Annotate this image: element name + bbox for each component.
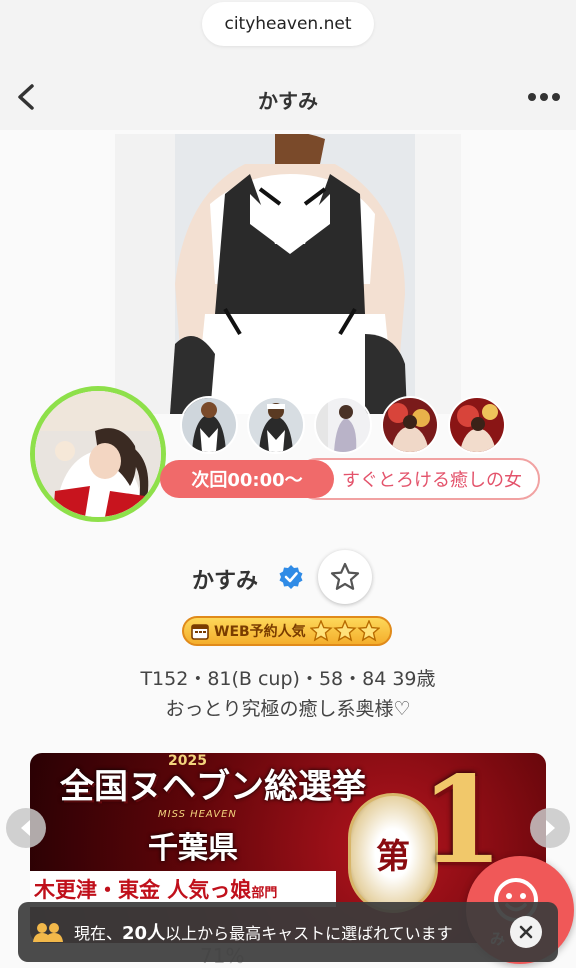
badge-label: WEB予約人気: [214, 624, 306, 640]
calendar-icon: [191, 624, 209, 640]
verified-check-icon: [279, 565, 303, 589]
web-reservation-badge: WEB予約人気: [182, 616, 392, 646]
banner-subtitle: MISS HEAVEN: [158, 809, 237, 820]
close-icon: [519, 925, 533, 939]
toast-count: 20人: [122, 923, 166, 944]
toast-suffix: 以上から最高キャストに選ばれています: [165, 924, 453, 943]
banner-category: 木更津・東金 人気っ娘部門: [34, 874, 277, 904]
gallery-thumb-1[interactable]: [180, 396, 238, 454]
toast-prefix: 現在、: [74, 924, 123, 943]
url-text: cityheaven.net: [224, 14, 352, 34]
favorite-button[interactable]: [318, 550, 372, 604]
url-bar[interactable]: cityheaven.net: [202, 2, 374, 46]
carousel-next-button[interactable]: [530, 808, 570, 848]
banner-category-small: 部門: [251, 886, 278, 901]
next-slot-text: 次回00:00〜: [191, 470, 303, 491]
banner-title: 全国ヌヘブン総選挙: [60, 767, 366, 807]
banner-year: 2025: [168, 753, 207, 769]
cast-tagline: おっとり究極の癒し系奥様♡: [165, 698, 411, 720]
profile-hero-photo[interactable]: [115, 134, 461, 414]
gallery-thumb-4[interactable]: [381, 396, 439, 454]
page-title: かすみ: [258, 89, 318, 113]
chevron-left-icon: [21, 820, 30, 836]
catchphrase-text: すぐとろける癒しの女: [342, 470, 522, 491]
banner-category-main: 木更津・東金 人気っ娘: [34, 878, 252, 902]
gallery-thumb-2[interactable]: [247, 396, 305, 454]
toast-close-button[interactable]: [510, 916, 542, 948]
chevron-right-icon: [546, 820, 555, 836]
more-options-icon[interactable]: [526, 86, 562, 108]
gallery-thumb-5[interactable]: [448, 396, 506, 454]
profile-avatar[interactable]: [30, 386, 166, 522]
popularity-toast: 現在、 20人 以上から最高キャストに選ばれています: [18, 902, 558, 962]
carousel-prev-button[interactable]: [6, 808, 46, 848]
rating-stars-icon: [309, 620, 380, 642]
banner-medal-text: 第: [376, 836, 410, 877]
star-outline-icon: [330, 562, 360, 590]
cast-name: かすみ: [192, 569, 259, 594]
people-icon: [33, 923, 63, 942]
gallery-thumb-3[interactable]: [314, 396, 372, 454]
browser-top-bar: cityheaven.net かすみ: [0, 0, 576, 130]
banner-prefecture: 千葉県: [148, 831, 238, 866]
next-slot-pill[interactable]: 次回00:00〜: [160, 460, 334, 498]
cast-stats: T152・81(B cup)・58・84 39歳: [140, 668, 436, 690]
